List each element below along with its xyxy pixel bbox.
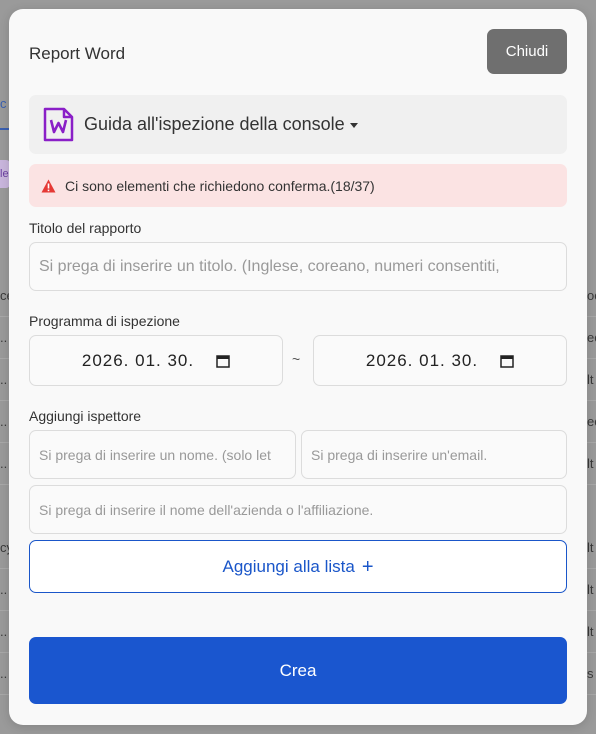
background-cell-right: ec — [587, 414, 596, 429]
background-cell-right: s — [587, 666, 594, 681]
background-badge-label: le — [0, 168, 9, 180]
word-document-icon — [43, 107, 74, 142]
date-range-separator: ~ — [292, 351, 301, 367]
report-title-label: Titolo del rapporto — [29, 220, 142, 236]
document-template-label: Guida all'ispezione della console — [84, 114, 345, 134]
report-title-input[interactable]: Si prega di inserire un titolo. (Inglese… — [29, 242, 567, 291]
end-date-value: 2026. 01. 30. — [365, 350, 479, 370]
start-date-value: 2026. 01. 30. — [81, 350, 195, 370]
plus-icon: + — [361, 555, 374, 578]
background-cell-left: .. — [0, 372, 8, 387]
background-cell-left: .. — [0, 624, 8, 639]
background-cell-left: .. — [0, 456, 8, 471]
background-cell-right: lt — [587, 582, 594, 597]
background-cell-left: .. — [0, 582, 8, 597]
alert-message: Ci sono elementi che richiedono conferma… — [65, 177, 375, 194]
background-cell-right: ec — [587, 330, 596, 345]
inspector-label: Aggiungi ispettore — [29, 408, 142, 424]
calendar-icon[interactable] — [216, 354, 230, 368]
start-date-input[interactable]: 2026. 01. 30. — [29, 335, 283, 386]
inspector-name-input[interactable]: Si prega di inserire un nome. (solo let — [29, 430, 296, 479]
background-cell-right: lt — [587, 540, 594, 555]
calendar-icon[interactable] — [500, 354, 514, 368]
background-cell-right: oc — [587, 288, 596, 303]
background-cell-left: .. — [0, 330, 8, 345]
confirmation-alert: Ci sono elementi che richiedono conferma… — [29, 164, 567, 207]
caret-down-icon — [349, 122, 358, 128]
warning-triangle-icon — [41, 179, 56, 192]
close-button[interactable]: Chiudi — [487, 29, 567, 74]
report-word-dialog: Report Word Chiudi Guida all'ispezione d… — [9, 9, 587, 725]
document-template-select[interactable]: Guida all'ispezione della console — [29, 95, 567, 154]
create-button[interactable]: Crea — [29, 637, 567, 704]
background-cell-left: .. — [0, 414, 8, 429]
inspector-company-input[interactable]: Si prega di inserire il nome dell'aziend… — [29, 485, 567, 534]
background-cell-right: lt — [587, 456, 594, 471]
inspector-email-input[interactable]: Si prega di inserire un'email. — [301, 430, 567, 479]
end-date-input[interactable]: 2026. 01. 30. — [313, 335, 567, 386]
background-cell-right: lt — [587, 624, 594, 639]
background-cell-left: .. — [0, 666, 8, 681]
add-to-list-button[interactable]: Aggiungi alla lista + — [29, 540, 567, 593]
schedule-label: Programma di ispezione — [29, 313, 180, 329]
dialog-title: Report Word — [29, 44, 126, 63]
background-cell-right: lt — [587, 372, 594, 387]
background-tab-label: c — [0, 96, 7, 111]
add-to-list-label: Aggiungi alla lista — [222, 556, 355, 576]
